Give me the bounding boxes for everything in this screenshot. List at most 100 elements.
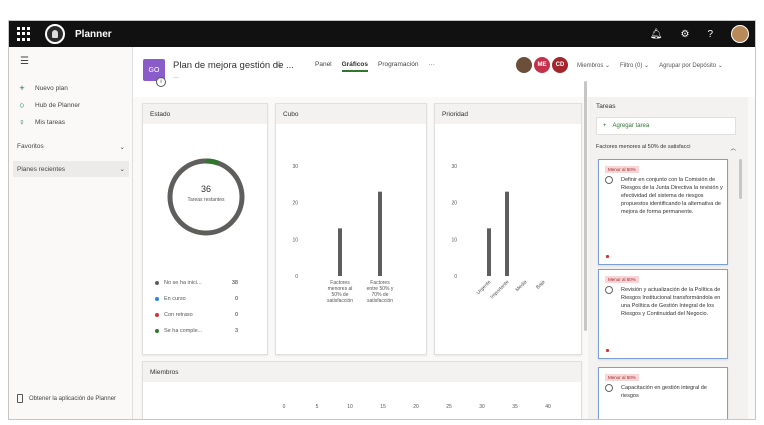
nav-section-favoritos[interactable]: Favoritos ⌄ [13,143,129,151]
app-window: Planner 🔔︎ ⚙ ? ☰ + Nuevo plan ○ Hub de P… [8,20,756,420]
miembros-card: Miembros 0 5 10 15 20 25 30 35 40 [142,361,582,419]
member-avatars: ME CD [516,57,568,73]
legend-value: 3 [234,328,238,334]
remaining-count: 36 [200,184,211,194]
legend-dot [155,329,159,333]
card-title: Cubo [283,111,299,118]
nav-item-hub[interactable]: ○ Hub de Planner [17,100,80,110]
group-by-dropdown[interactable]: Agrupar por Depósito ⌄ [659,62,723,69]
section-label: Favoritos [17,143,44,150]
tab-more[interactable]: ··· [428,61,435,72]
prioridad-card: Prioridad 0 10 20 30 Urgente Importante Media B… [434,103,582,355]
cubo-card: Cubo 0 10 20 30 Factores menores al 50% de sati… [275,103,427,355]
bucket-title: Factores menores al 50% de satisfacci [596,144,691,150]
x-tick-label: Baja [535,279,546,290]
get-app-label: Obtener la aplicación de Planner [29,395,117,402]
y-tick-label: 0 [454,274,457,280]
task-complete-checkbox[interactable] [605,286,613,294]
task-card[interactable]: Menor al 50% Capacitación en gestión int… [598,367,728,419]
info-icon[interactable]: i [156,77,166,87]
card-title: Estado [150,111,171,118]
plan-subtitle: ... [173,73,179,80]
plus-icon: + [603,123,607,129]
task-card[interactable]: Menor al 50% Revisión y actualización de… [598,269,728,359]
member-avatar[interactable]: CD [552,57,568,73]
plan-tabs: Panel Gráficos Programación ··· [315,61,435,72]
y-tick-label: 0 [295,274,298,280]
legend-dot [155,313,159,317]
chevron-down-icon: ⌄ [119,166,125,173]
tab-programacion[interactable]: Programación [378,61,418,72]
x-tick-label: Urgente [476,279,493,296]
x-tick-label: 30 [479,404,485,410]
members-dropdown[interactable]: Miembros ⌄ [577,62,610,69]
tasks-scrollbar[interactable] [739,159,742,199]
phone-icon [17,394,23,403]
app-name[interactable]: Planner [75,29,112,40]
bar [487,228,491,276]
nav-item-nuevo-plan[interactable]: + Nuevo plan [17,83,68,93]
bell-icon[interactable]: 🔔︎ [650,29,663,40]
legend-label: No se ha inici... [164,280,202,286]
plan-header: GO i Plan de mejora gestión de ... ☆ ...… [133,47,755,97]
legend-item: En curso 0 [155,296,238,302]
organization-logo [45,24,65,44]
bar [378,191,382,276]
header-filters: Miembros ⌄ Filtro (0) ⌄ Agrupar por Depó… [577,62,723,69]
nav-section-planes-recientes[interactable]: Planes recientes ⌄ [13,161,129,177]
card-title: Miembros [150,369,179,376]
get-app-link[interactable]: Obtener la aplicación de Planner [17,394,116,403]
chevron-down-icon: ⌄ [119,144,125,151]
x-tick-label: 40 [545,404,551,410]
legend-label: En curso [164,296,186,302]
nav-item-label: Nuevo plan [35,84,68,92]
y-tick-label: 20 [451,201,457,207]
gear-icon[interactable]: ⚙ [680,29,689,40]
app-launcher-icon[interactable] [17,27,31,41]
plus-icon: + [19,83,25,93]
top-bar-actions: 🔔︎ ⚙ ? [650,25,749,43]
help-icon[interactable]: ? [707,29,713,40]
estado-card: Estado 36 Tareas restantes No se ha inic… [142,103,268,355]
top-bar: Planner 🔔︎ ⚙ ? [9,21,755,47]
task-complete-checkbox[interactable] [605,384,613,392]
x-tick-label: 35 [512,404,518,410]
card-title: Prioridad [442,111,469,118]
legend-dot [155,281,159,285]
x-tick-label: satisfacción [367,298,393,304]
add-task-button[interactable]: + Agregar tarea [596,117,736,135]
x-tick-label: 0 [282,404,286,410]
main-scrollbar[interactable] [584,81,587,331]
tab-graficos[interactable]: Gráficos [341,61,368,72]
star-icon[interactable]: ☆ [275,59,283,70]
member-avatar[interactable]: ME [534,57,550,73]
priority-flag-icon [606,255,609,258]
collapse-nav-icon[interactable]: ☰ [20,56,29,67]
bucket-header[interactable]: Factores menores al 50% de satisfacci ︿ [596,144,736,152]
task-card[interactable]: Menor al 50% Definir en conjunto con la … [598,159,728,265]
member-avatar[interactable] [516,57,532,73]
x-tick-label: 25 [446,404,452,410]
x-tick-label: Media [515,279,529,293]
hub-icon: ○ [19,100,25,110]
chevron-up-icon[interactable]: ︿ [730,144,736,152]
prioridad-bar-chart: 0 10 20 30 UrgenteImportante Media Baja [451,164,546,300]
x-tick-label: 20 [413,404,419,410]
task-title: Capacitación en gestión integral de ries… [621,385,707,399]
user-avatar[interactable] [731,25,749,43]
legend-value: 38 [231,280,238,286]
filter-dropdown[interactable]: Filtro (0) ⌄ [620,62,649,69]
y-tick-label: 30 [292,164,298,170]
legend-item: No se ha inici... 38 [155,280,238,286]
nav-item-mis-tareas[interactable]: ♀ Mis tareas [17,117,65,127]
tasks-title: Tareas [596,103,616,110]
x-tick-label: 15 [380,404,386,410]
priority-flag-icon [606,349,609,352]
tasks-panel: Tareas + Agregar tarea Factores menores … [588,97,748,419]
bar [338,228,342,276]
task-label-tag: Menor al 50% [605,166,639,173]
tab-panel[interactable]: Panel [315,61,332,72]
task-complete-checkbox[interactable] [605,176,613,184]
legend-value: 0 [234,312,238,318]
task-title: Definir en conjunto con la Comisión de R… [621,177,723,215]
